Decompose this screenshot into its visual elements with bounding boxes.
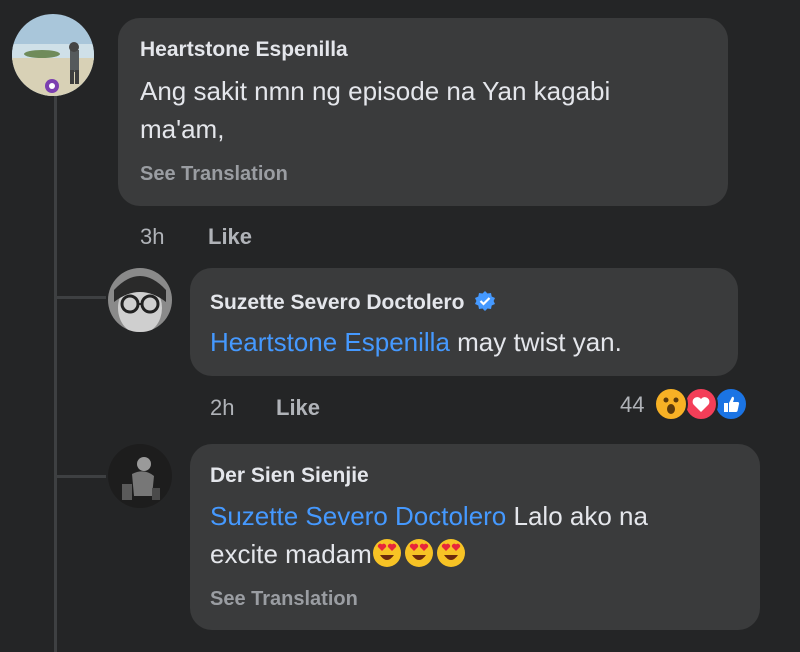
reaction-count[interactable]: 44 — [620, 392, 644, 418]
comment-text-line: excite madam — [210, 535, 755, 573]
avatar-der-sien[interactable] — [108, 444, 172, 508]
comment-author: Suzette Severo Doctolero — [210, 290, 496, 318]
comment-text-line: ma'am, — [140, 114, 225, 144]
comment-text: Heartstone Espenilla may twist yan. — [210, 323, 730, 361]
verified-badge-icon — [474, 290, 496, 318]
mention-link[interactable]: Heartstone Espenilla — [210, 327, 450, 357]
comment-text-body: may twist yan. — [449, 327, 622, 357]
mention-link[interactable]: Suzette Severo Doctolero — [210, 501, 506, 531]
comment-author[interactable]: Heartstone Espenilla — [140, 38, 348, 62]
comment-author[interactable]: Der Sien Sienjie — [210, 464, 369, 488]
comment-author-name[interactable]: Suzette Severo Doctolero — [210, 291, 464, 314]
comment-text-line: Ang sakit nmn ng episode na Yan kagabi — [140, 76, 611, 106]
like-button[interactable]: Like — [208, 224, 252, 250]
comment-time[interactable]: 3h — [140, 224, 164, 250]
thread-line — [54, 92, 57, 652]
like-reaction-icon — [714, 387, 748, 421]
heart-eyes-emoji — [404, 538, 434, 568]
avatar-suzette[interactable] — [108, 268, 172, 332]
comment-text: Suzette Severo Doctolero Lalo ako na exc… — [210, 497, 755, 573]
comment-text-line: Suzette Severo Doctolero Lalo ako na — [210, 497, 755, 535]
avatar-heartstone[interactable] — [12, 14, 94, 96]
see-translation-link[interactable]: See Translation — [210, 588, 358, 611]
comment-text-body: Lalo ako na — [506, 501, 648, 531]
heart-eyes-emoji — [372, 538, 402, 568]
like-button[interactable]: Like — [276, 395, 320, 421]
heart-eyes-emoji — [436, 538, 466, 568]
reply-connector — [54, 296, 106, 299]
reply-connector — [54, 475, 106, 478]
love-reaction-icon — [684, 387, 718, 421]
comment-text: Ang sakit nmn ng episode na Yan kagabi m… — [140, 72, 720, 148]
see-translation-link[interactable]: See Translation — [140, 163, 288, 186]
wow-reaction-icon — [654, 387, 688, 421]
comment-text-body: excite madam — [210, 539, 372, 569]
comment-time[interactable]: 2h — [210, 395, 234, 421]
